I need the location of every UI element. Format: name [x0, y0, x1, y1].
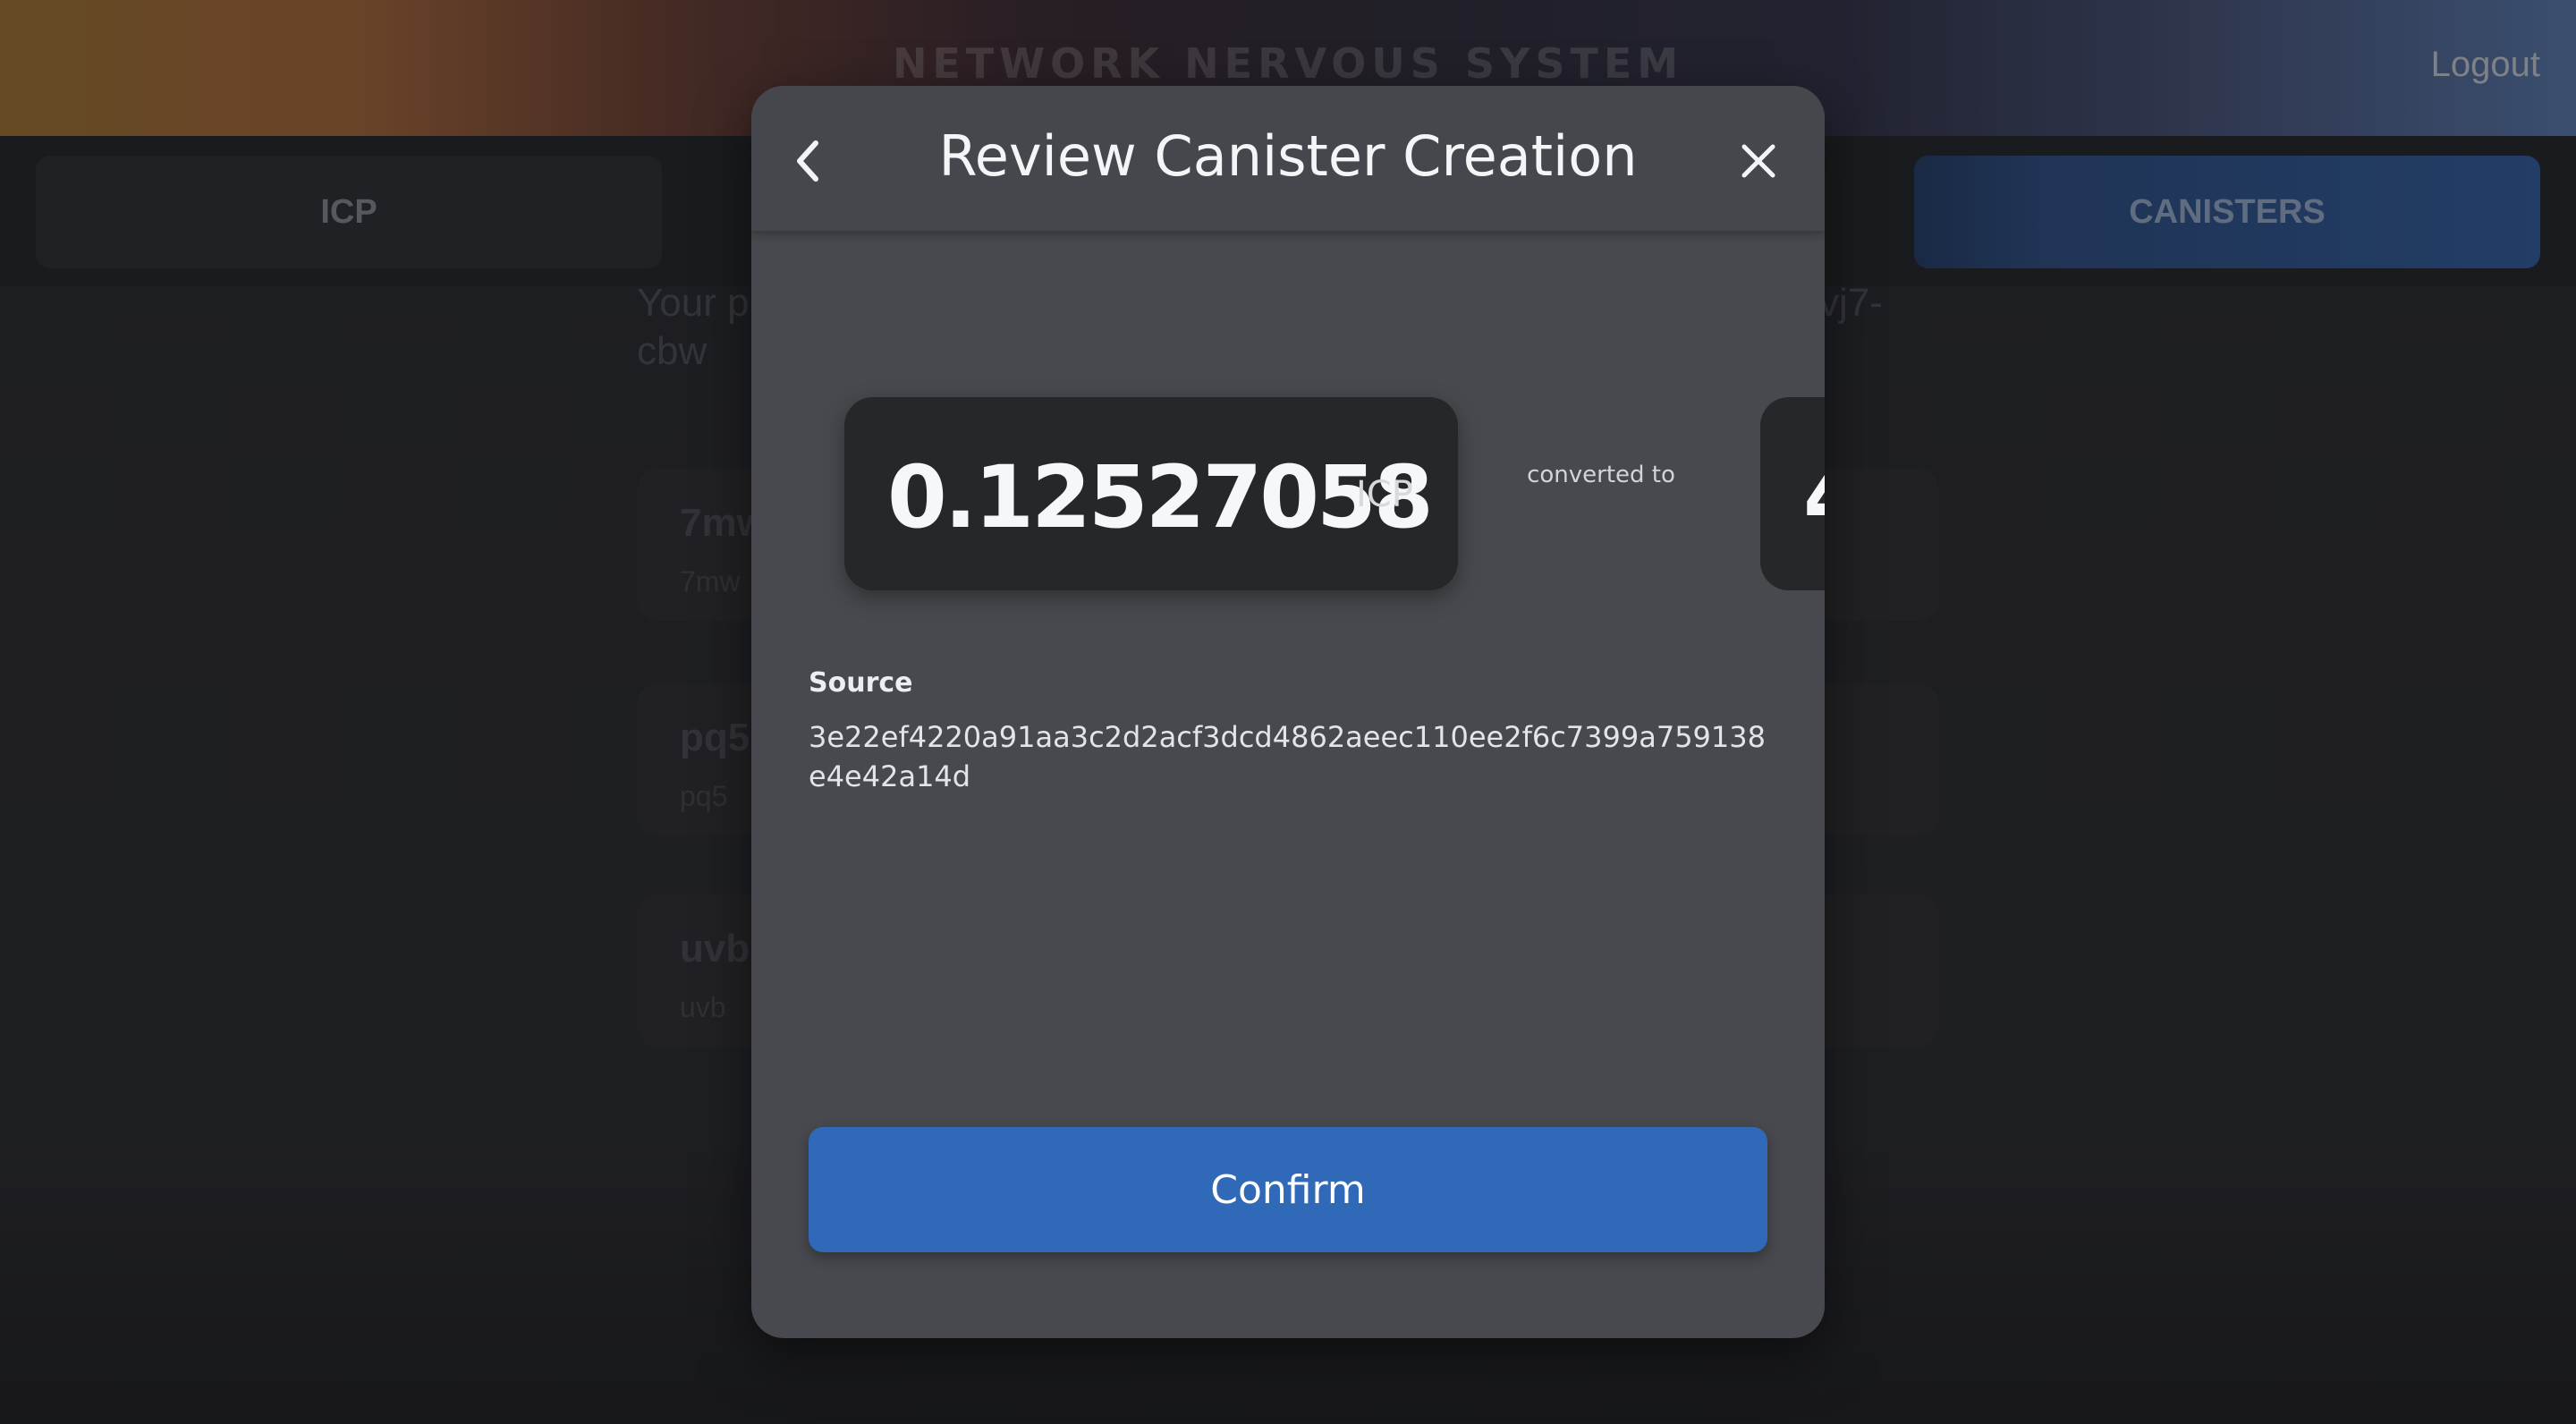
modal-title: Review Canister Creation	[938, 123, 1638, 189]
modal-header: Review Canister Creation	[751, 86, 1825, 231]
source-label: Source	[809, 667, 913, 699]
icp-amount-unit: ICP	[1356, 474, 1413, 515]
confirm-button[interactable]: Confirm	[809, 1127, 1767, 1252]
icp-amount-value: 0.12527058	[887, 447, 1434, 547]
close-icon	[1741, 144, 1775, 178]
review-canister-modal: Review Canister Creation 0.12527058 ICP …	[751, 86, 1825, 1338]
cycles-amount-value: 4	[1803, 447, 1825, 547]
close-button[interactable]	[1728, 131, 1789, 191]
app-root: NETWORK NERVOUS SYSTEM Logout ICP CANIST…	[0, 0, 2576, 1424]
icp-amount-card: 0.12527058 ICP	[844, 397, 1458, 590]
source-account-id: 3e22ef4220a91aa3c2d2acf3dcd4862aeec110ee…	[809, 720, 1766, 793]
cycles-amount-card: 4	[1760, 397, 1825, 590]
converted-to-label: converted to	[1527, 462, 1675, 488]
